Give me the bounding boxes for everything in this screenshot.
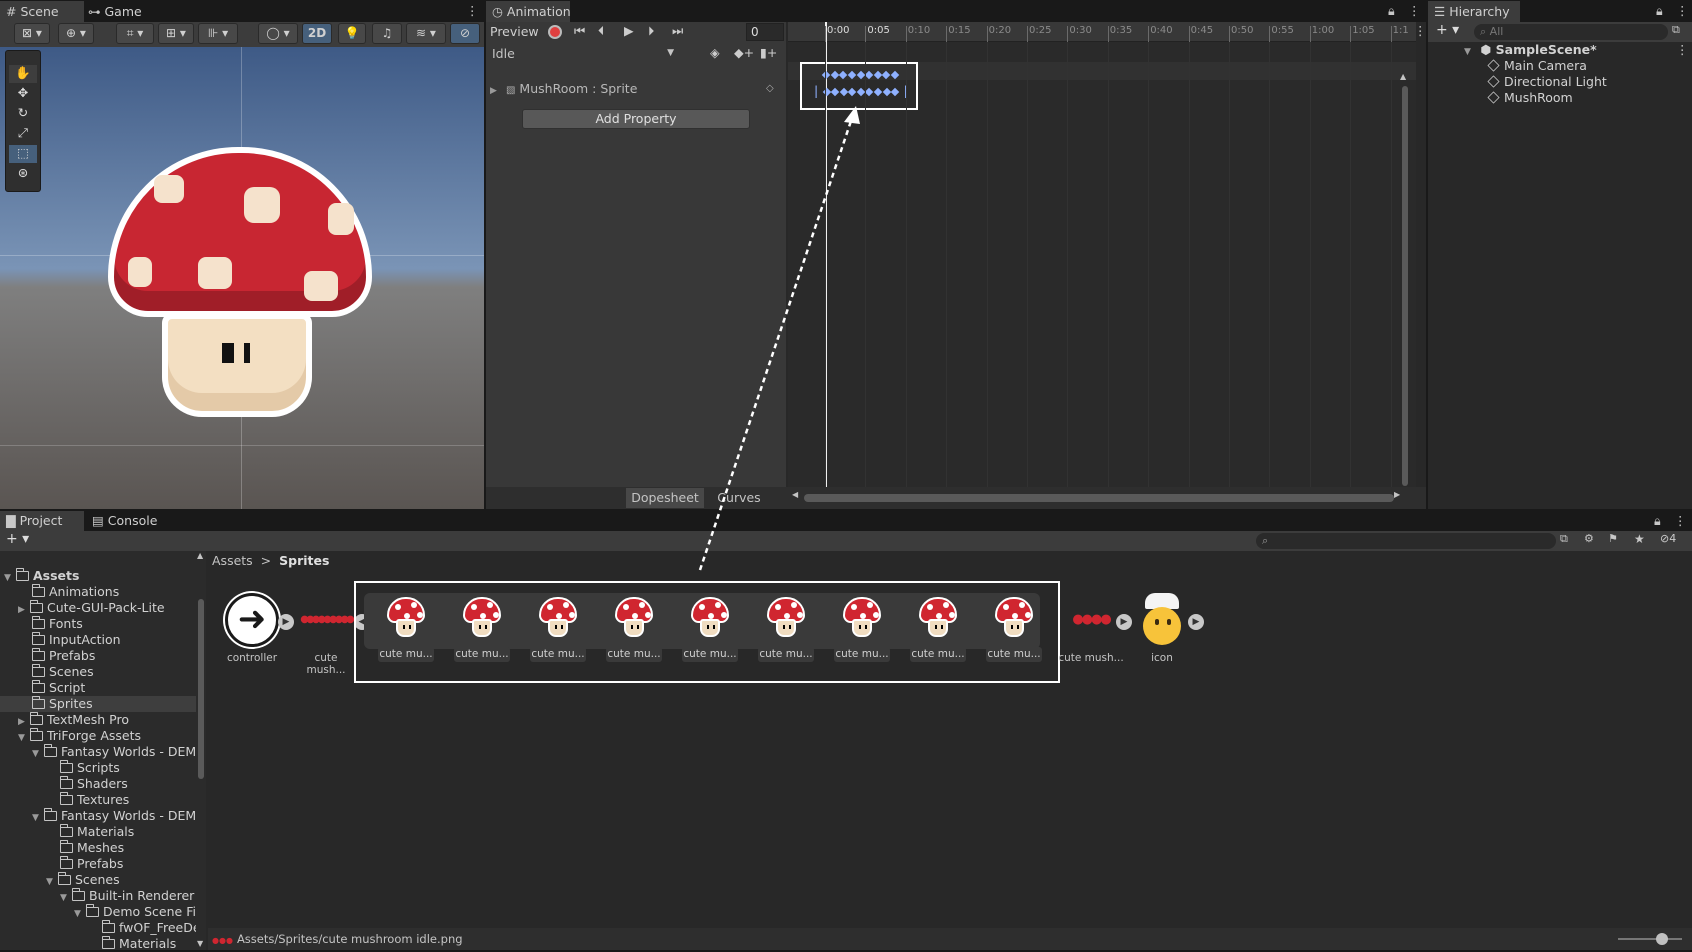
arrow-head: [844, 106, 860, 124]
annotation-arrow: [698, 106, 860, 571]
dashed-line: [698, 117, 854, 571]
